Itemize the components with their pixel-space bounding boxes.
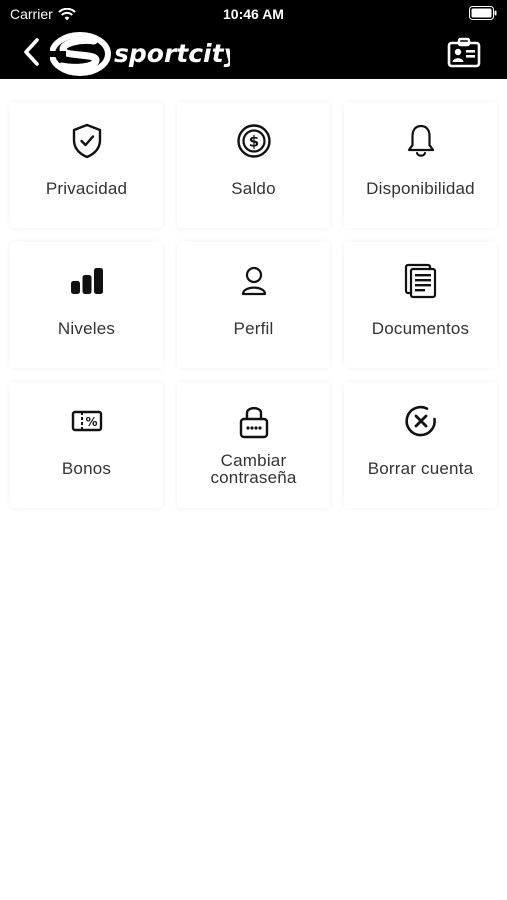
svg-text:$: $ xyxy=(248,133,258,151)
svg-text:sportcity: sportcity xyxy=(114,39,230,68)
menu-tile-saldo[interactable]: $ Saldo xyxy=(177,102,330,228)
status-bar: Carrier 10:46 AM xyxy=(0,0,507,28)
coin-dollar-icon: $ xyxy=(236,122,272,160)
menu-tile-documentos[interactable]: Documentos xyxy=(344,242,497,368)
menu-tile-label: Niveles xyxy=(57,319,116,338)
menu-tile-bonos[interactable]: % Bonos xyxy=(10,382,163,508)
svg-text:%: % xyxy=(85,415,97,429)
sportcity-logo: sportcity xyxy=(48,31,242,77)
id-card-icon[interactable] xyxy=(447,37,481,69)
nav-bar: sportcity xyxy=(0,28,507,79)
lock-icon xyxy=(236,402,272,440)
menu-tile-label: Borrar cuenta xyxy=(367,459,474,478)
menu-tile-niveles[interactable]: Niveles xyxy=(10,242,163,368)
menu-tile-disponibilidad[interactable]: Disponibilidad xyxy=(344,102,497,228)
battery-icon xyxy=(469,6,497,20)
menu-tile-label: Cambiar contraseña xyxy=(210,451,297,487)
user-icon xyxy=(236,262,272,300)
sportcity-logo-mark: sportcity xyxy=(48,32,242,76)
menu-tile-label: Perfil xyxy=(233,319,274,338)
menu-tile-label: Saldo xyxy=(231,179,276,198)
back-chevron-icon[interactable] xyxy=(20,36,44,68)
documents-icon xyxy=(403,262,439,300)
menu-tile-cambiar-contrasena[interactable]: Cambiar contraseña xyxy=(177,382,330,508)
menu-tile-borrar-cuenta[interactable]: Borrar cuenta xyxy=(344,382,497,508)
bell-icon xyxy=(403,122,439,160)
menu-tile-label: Privacidad xyxy=(45,179,128,198)
menu-tile-privacidad[interactable]: Privacidad xyxy=(10,102,163,228)
bars-level-icon xyxy=(69,262,105,300)
shield-check-icon xyxy=(69,122,105,160)
menu-tile-label: Documentos xyxy=(371,319,470,338)
status-time: 10:46 AM xyxy=(223,6,284,22)
coupon-icon: % xyxy=(69,402,105,440)
menu-tile-label: Disponibilidad xyxy=(366,179,475,198)
menu-tile-label: Bonos xyxy=(61,459,112,478)
menu-tile-perfil[interactable]: Perfil xyxy=(177,242,330,368)
delete-x-circle-icon xyxy=(403,402,439,440)
